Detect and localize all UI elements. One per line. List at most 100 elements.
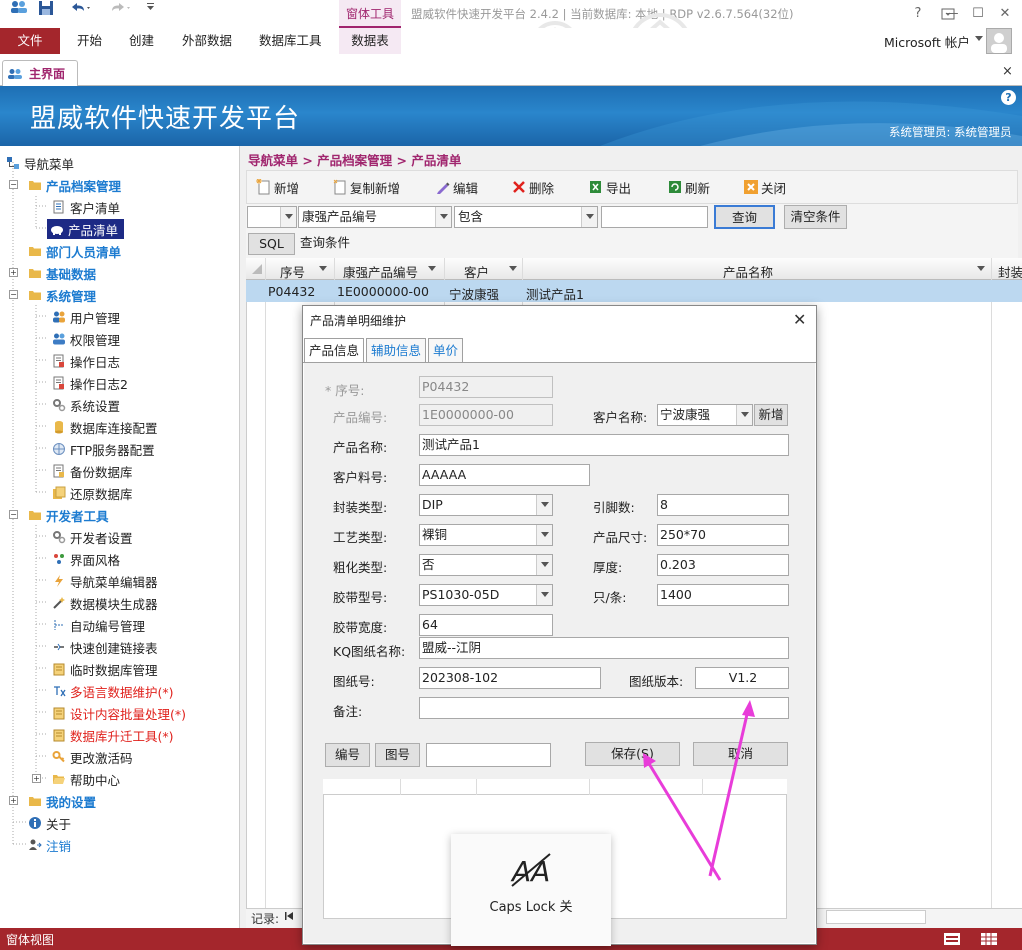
help-icon[interactable]: ? — [1001, 90, 1016, 105]
redo-icon[interactable] — [108, 0, 132, 16]
search-number-input[interactable] — [426, 743, 551, 767]
clear-conditions-button[interactable]: 清空条件 — [784, 205, 847, 229]
kq-field[interactable]: 盟威--江阴 — [419, 637, 789, 659]
avatar[interactable] — [986, 28, 1012, 54]
drawing-button[interactable]: 图号 — [375, 743, 420, 767]
edit-button[interactable]: 编辑 — [435, 178, 478, 196]
close-doc-button[interactable]: × — [1002, 64, 1013, 79]
tab-create[interactable]: 创建 — [129, 28, 154, 54]
cell-customer[interactable]: 宁波康强 — [449, 284, 499, 303]
help-button[interactable]: ? — [906, 4, 930, 24]
nav-system-settings[interactable]: 系统设置 — [52, 395, 120, 415]
sort-dropdown-icon[interactable] — [428, 266, 436, 271]
nav-logout[interactable]: 注销 — [28, 835, 71, 855]
expander-expand[interactable]: + — [32, 774, 41, 783]
tape-select[interactable]: PS1030-05D — [419, 584, 553, 606]
sql-button[interactable]: SQL — [248, 233, 295, 255]
nav-customer-list[interactable]: 客户清单 — [52, 197, 120, 217]
tab-home[interactable]: 开始 — [77, 28, 102, 54]
nav-department[interactable]: 部门人员清单 — [28, 241, 121, 261]
nav-restore[interactable]: 还原数据库 — [52, 483, 133, 503]
code-field[interactable]: 1E0000000-00 — [419, 404, 553, 426]
tab-datasheet[interactable]: 数据表 — [339, 28, 401, 54]
seq-field[interactable]: P04432 — [419, 376, 553, 398]
form-view-icon[interactable] — [943, 931, 961, 947]
datasheet-view-icon[interactable] — [980, 931, 998, 947]
nav-backup[interactable]: 备份数据库 — [52, 461, 133, 481]
package-select[interactable]: DIP — [419, 494, 553, 516]
nav-system[interactable]: 系统管理 — [28, 285, 96, 305]
nav-activation[interactable]: 更改激活码 — [52, 747, 133, 767]
minimize-button[interactable]: — — [940, 4, 964, 24]
export-button[interactable]: 导出 — [588, 178, 631, 196]
nav-db-upgrade[interactable]: 数据库升迁工具(*) — [52, 725, 174, 745]
close-list-button[interactable]: 关闭 — [743, 178, 786, 196]
operator-select[interactable]: 包含 — [454, 206, 598, 228]
copy-add-button[interactable]: 复制新增 — [332, 178, 400, 196]
add-button[interactable]: 新增 — [256, 178, 299, 196]
account-dropdown-icon[interactable] — [975, 36, 983, 42]
nav-user-mgmt[interactable]: 用户管理 — [52, 307, 120, 327]
delete-button[interactable]: 删除 — [511, 178, 554, 196]
nav-op-log[interactable]: 操作日志 — [52, 351, 120, 371]
nav-module-generator[interactable]: 数据模块生成器 — [52, 593, 158, 613]
nav-product-archive[interactable]: 产品档案管理 — [28, 175, 121, 195]
save-icon[interactable] — [38, 0, 54, 16]
tab-file[interactable]: 文件 — [0, 28, 60, 54]
customize-qat-icon[interactable] — [146, 0, 156, 12]
tab-database-tools[interactable]: 数据库工具 — [259, 28, 322, 54]
first-record-icon[interactable] — [284, 911, 294, 921]
expander-collapse[interactable]: − — [9, 180, 18, 189]
process-select[interactable]: 裸铜 — [419, 524, 553, 546]
account-label[interactable]: Microsoft 帐户 — [884, 32, 970, 51]
expander-collapse[interactable]: − — [9, 510, 18, 519]
pins-field[interactable]: 8 — [657, 494, 789, 516]
maximize-button[interactable]: ☐ — [966, 4, 990, 24]
tab-aux-info[interactable]: 辅助信息 — [366, 338, 427, 363]
expander-collapse[interactable]: − — [9, 290, 18, 299]
app-users-icon[interactable] — [10, 0, 28, 14]
version-field[interactable]: V1.2 — [695, 667, 789, 689]
col-header-package[interactable]: 封装 — [998, 262, 1022, 281]
nav-about[interactable]: 关于 — [28, 813, 71, 833]
tab-product-info[interactable]: 产品信息 — [304, 338, 365, 364]
drawing-field[interactable]: 202308-102 — [419, 667, 601, 689]
nav-op-log2[interactable]: 操作日志2 — [52, 373, 128, 393]
undo-icon[interactable] — [68, 0, 92, 16]
tape-width-field[interactable]: 64 — [419, 614, 553, 636]
new-customer-button[interactable]: 新增 — [754, 404, 788, 426]
nav-basic-data[interactable]: 基础数据 — [28, 263, 96, 283]
col-header-name[interactable]: 产品名称 — [723, 262, 773, 281]
logic-select[interactable] — [247, 206, 297, 228]
cell-seq[interactable]: P04432 — [268, 284, 315, 299]
tab-external-data[interactable]: 外部数据 — [182, 28, 232, 54]
rough-select[interactable]: 否 — [419, 554, 553, 576]
doc-tab-main[interactable]: 主界面 — [2, 60, 78, 86]
select-all-icon[interactable] — [252, 264, 262, 274]
number-button[interactable]: 编号 — [325, 743, 370, 767]
expander-expand[interactable]: + — [9, 268, 18, 277]
col-header-code[interactable]: 康强产品编号 — [343, 262, 418, 281]
refresh-button[interactable]: 刷新 — [667, 178, 710, 196]
thickness-field[interactable]: 0.203 — [657, 554, 789, 576]
sort-dropdown-icon[interactable] — [977, 266, 985, 271]
close-window-button[interactable]: ✕ — [993, 4, 1017, 24]
nav-ftp[interactable]: FTP服务器配置 — [52, 439, 155, 459]
nav-my-settings[interactable]: 我的设置 — [28, 791, 96, 811]
nav-menu-editor[interactable]: 导航菜单编辑器 — [52, 571, 158, 591]
nav-multilang[interactable]: 多语言数据维护(*) — [52, 681, 174, 701]
nav-dev-tools[interactable]: 开发者工具 — [28, 505, 109, 525]
partno-field[interactable]: AAAAA — [419, 464, 590, 486]
sort-dropdown-icon[interactable] — [319, 266, 327, 271]
nav-root[interactable]: 导航菜单 — [6, 153, 74, 173]
cell-code[interactable]: 1E0000000-00 — [337, 284, 429, 299]
nav-product-list[interactable]: 产品清单 — [47, 219, 125, 239]
nav-dev-settings[interactable]: 开发者设置 — [52, 527, 133, 547]
field-select[interactable]: 康强产品编号 — [298, 206, 452, 228]
nav-permission[interactable]: 权限管理 — [52, 329, 120, 349]
col-header-customer[interactable]: 客户 — [464, 262, 489, 281]
tab-unit-price[interactable]: 单价 — [428, 338, 464, 363]
expander-expand[interactable]: + — [9, 796, 18, 805]
nav-help-center[interactable]: 帮助中心 — [52, 769, 120, 789]
nav-db-connection[interactable]: 数据库连接配置 — [52, 417, 158, 437]
